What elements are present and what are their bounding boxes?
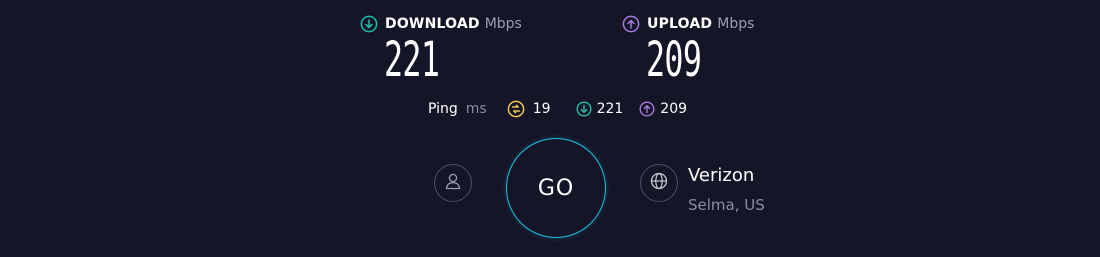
isp-name[interactable]: Verizon bbox=[688, 164, 765, 188]
download-label: DOWNLOAD bbox=[385, 16, 480, 32]
change-server-button[interactable] bbox=[640, 164, 678, 202]
ping-upload: 209 bbox=[639, 101, 687, 117]
upload-arrow-icon bbox=[622, 15, 640, 33]
profile-button[interactable] bbox=[434, 164, 472, 202]
ping-row: Ping ms 19 221 209 bbox=[428, 99, 687, 119]
ping-latency-value: 19 bbox=[532, 101, 551, 117]
latency-icon bbox=[507, 100, 525, 118]
ping-unit: ms bbox=[465, 101, 487, 117]
ping-latency: 19 bbox=[507, 100, 551, 118]
ping-download-value: 221 bbox=[596, 101, 624, 117]
upload-result: UPLOAD Mbps 209 bbox=[622, 14, 754, 86]
upload-value: 209 bbox=[646, 32, 702, 88]
download-small-icon bbox=[576, 101, 592, 117]
user-icon bbox=[443, 171, 463, 195]
upload-small-icon bbox=[639, 101, 655, 117]
go-label: GO bbox=[537, 175, 575, 201]
download-arrow-icon bbox=[360, 15, 378, 33]
globe-icon bbox=[649, 171, 669, 195]
speedtest-panel: DOWNLOAD Mbps 221 UPLOAD Mbps 209 Ping m… bbox=[0, 0, 1100, 257]
download-header: DOWNLOAD Mbps bbox=[360, 14, 522, 34]
download-result: DOWNLOAD Mbps 221 bbox=[360, 14, 522, 86]
ping-label: Ping bbox=[428, 101, 458, 117]
ping-upload-value: 209 bbox=[660, 101, 688, 117]
upload-unit: Mbps bbox=[717, 16, 755, 32]
download-value: 221 bbox=[384, 32, 440, 88]
download-unit: Mbps bbox=[484, 16, 522, 32]
isp-location: Selma, US bbox=[688, 196, 765, 214]
ping-download: 221 bbox=[576, 101, 624, 117]
upload-header: UPLOAD Mbps bbox=[622, 14, 754, 34]
upload-label: UPLOAD bbox=[647, 16, 713, 32]
go-button[interactable]: GO bbox=[506, 138, 606, 238]
isp-info[interactable]: Verizon Selma, US bbox=[688, 164, 765, 215]
